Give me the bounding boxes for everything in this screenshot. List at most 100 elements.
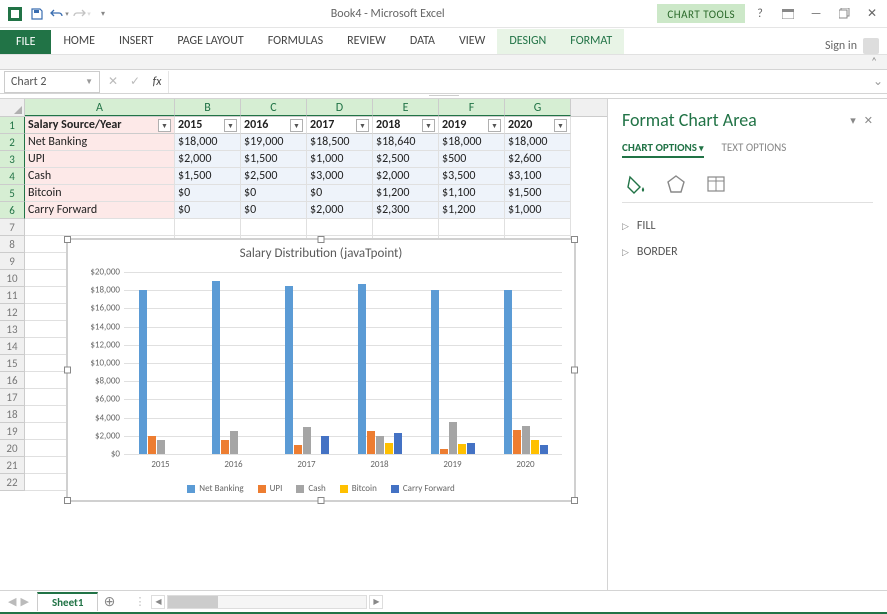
row-header[interactable]: 4 bbox=[0, 168, 25, 185]
minimize-icon[interactable]: — bbox=[803, 3, 829, 25]
chart-handle[interactable] bbox=[318, 236, 325, 243]
chart-bar[interactable] bbox=[294, 445, 302, 454]
chart-plot-area[interactable]: $0$2,000$4,000$6,000$8,000$10,000$12,000… bbox=[124, 272, 562, 454]
table-cell[interactable]: $18,000 bbox=[175, 134, 241, 151]
expand-formula-icon[interactable]: ⌄ bbox=[869, 74, 887, 89]
row-header[interactable]: 1 bbox=[0, 117, 25, 134]
col-header[interactable]: E bbox=[373, 99, 439, 116]
chart-handle[interactable] bbox=[571, 497, 578, 504]
row-header[interactable]: 9 bbox=[0, 253, 25, 270]
name-box-dropdown-icon[interactable]: ▼ bbox=[85, 77, 93, 87]
chart-bar[interactable] bbox=[467, 443, 475, 454]
empty-cell[interactable] bbox=[505, 219, 571, 236]
row-header[interactable]: 8 bbox=[0, 236, 25, 253]
table-cell[interactable]: Bitcoin bbox=[25, 185, 175, 202]
table-cell[interactable]: $1,000 bbox=[307, 151, 373, 168]
tab-formulas[interactable]: FORMULAS bbox=[256, 29, 335, 54]
row-header[interactable]: 7 bbox=[0, 219, 25, 236]
formula-input[interactable] bbox=[168, 71, 869, 93]
excel-icon[interactable] bbox=[4, 3, 26, 25]
chart-bar[interactable] bbox=[230, 431, 238, 454]
effects-icon[interactable] bbox=[662, 172, 690, 196]
empty-cell[interactable] bbox=[25, 219, 175, 236]
ribbon-display-icon[interactable] bbox=[775, 3, 801, 25]
sheet-nav-next-icon[interactable]: ▶ bbox=[20, 595, 28, 608]
chart-bar[interactable] bbox=[522, 426, 530, 454]
table-cell[interactable]: $18,000 bbox=[505, 134, 571, 151]
enter-formula-icon[interactable]: ✓ bbox=[124, 74, 146, 89]
table-cell[interactable]: $18,500 bbox=[307, 134, 373, 151]
table-cell[interactable]: $2,000 bbox=[307, 202, 373, 219]
sheet-nav-prev-icon[interactable]: ◀ bbox=[8, 595, 16, 608]
table-cell[interactable]: $0 bbox=[307, 185, 373, 202]
chart-bar[interactable] bbox=[212, 281, 220, 454]
table-cell[interactable]: $2,000 bbox=[373, 168, 439, 185]
restore-icon[interactable] bbox=[831, 3, 857, 25]
redo-icon[interactable]: ▾ bbox=[70, 3, 92, 25]
row-header[interactable]: 13 bbox=[0, 321, 25, 338]
embedded-chart[interactable]: Salary Distribution (javaTpoint) $0$2,00… bbox=[67, 239, 575, 501]
table-cell[interactable]: $0 bbox=[241, 202, 307, 219]
table-header-cell[interactable]: 2016▼ bbox=[241, 117, 307, 134]
filter-icon[interactable]: ▼ bbox=[356, 119, 369, 132]
chart-bar[interactable] bbox=[504, 290, 512, 454]
sign-in-link[interactable]: Sign in bbox=[817, 38, 887, 54]
col-header[interactable]: A bbox=[25, 99, 175, 116]
legend-item[interactable]: UPI bbox=[258, 483, 283, 494]
tab-format[interactable]: FORMAT bbox=[558, 29, 624, 54]
table-cell[interactable]: $18,640 bbox=[373, 134, 439, 151]
table-cell[interactable]: Cash bbox=[25, 168, 175, 185]
row-header[interactable]: 6 bbox=[0, 202, 25, 219]
table-cell[interactable]: $3,100 bbox=[505, 168, 571, 185]
chart-bar[interactable] bbox=[367, 431, 375, 454]
table-cell[interactable]: Carry Forward bbox=[25, 202, 175, 219]
horizontal-scrollbar[interactable] bbox=[167, 595, 367, 609]
chart-bar[interactable] bbox=[513, 430, 521, 454]
table-cell[interactable]: $1,200 bbox=[439, 202, 505, 219]
qat-customize-icon[interactable]: ▾ bbox=[92, 3, 114, 25]
chart-bar[interactable] bbox=[358, 284, 366, 454]
row-header[interactable]: 16 bbox=[0, 372, 25, 389]
chart-bar[interactable] bbox=[394, 433, 402, 454]
hscroll-left-icon[interactable]: ◀ bbox=[151, 595, 165, 609]
legend-item[interactable]: Bitcoin bbox=[340, 483, 377, 494]
filter-icon[interactable]: ▼ bbox=[290, 119, 303, 132]
row-header[interactable]: 3 bbox=[0, 151, 25, 168]
chart-handle[interactable] bbox=[571, 367, 578, 374]
table-cell[interactable]: Net Banking bbox=[25, 134, 175, 151]
format-pane-dropdown-icon[interactable]: ▾ bbox=[850, 114, 856, 127]
legend-item[interactable]: Net Banking bbox=[187, 483, 243, 494]
row-header[interactable]: 11 bbox=[0, 287, 25, 304]
table-header-cell[interactable]: 2015▼ bbox=[175, 117, 241, 134]
border-section[interactable]: ▷BORDER bbox=[622, 239, 873, 265]
tab-page-layout[interactable]: PAGE LAYOUT bbox=[165, 29, 255, 54]
chart-bar[interactable] bbox=[458, 444, 466, 454]
filter-icon[interactable]: ▼ bbox=[158, 119, 171, 132]
table-header-cell[interactable]: 2018▼ bbox=[373, 117, 439, 134]
row-header[interactable]: 10 bbox=[0, 270, 25, 287]
row-header[interactable]: 20 bbox=[0, 440, 25, 457]
chart-bar[interactable] bbox=[303, 427, 311, 454]
row-header[interactable]: 22 bbox=[0, 474, 25, 491]
table-cell[interactable]: $1,500 bbox=[505, 185, 571, 202]
table-header-cell[interactable]: 2019▼ bbox=[439, 117, 505, 134]
format-pane-close-icon[interactable]: ✕ bbox=[864, 114, 873, 127]
table-cell[interactable]: $2,600 bbox=[505, 151, 571, 168]
tab-design[interactable]: DESIGN bbox=[497, 29, 558, 54]
chart-bar[interactable] bbox=[376, 436, 384, 454]
select-all[interactable] bbox=[0, 99, 25, 116]
col-header[interactable]: F bbox=[439, 99, 505, 116]
tab-file[interactable]: FILE bbox=[0, 30, 51, 54]
chart-bar[interactable] bbox=[148, 436, 156, 454]
table-header-cell[interactable]: 2017▼ bbox=[307, 117, 373, 134]
table-cell[interactable]: $500 bbox=[439, 151, 505, 168]
chart-bar[interactable] bbox=[531, 440, 539, 454]
chart-bar[interactable] bbox=[157, 440, 165, 454]
chart-handle[interactable] bbox=[64, 236, 71, 243]
row-header[interactable]: 2 bbox=[0, 134, 25, 151]
chart-title[interactable]: Salary Distribution (javaTpoint) bbox=[68, 240, 574, 263]
tab-insert[interactable]: INSERT bbox=[107, 29, 165, 54]
chart-bar[interactable] bbox=[431, 290, 439, 454]
fx-icon[interactable]: fx bbox=[146, 75, 168, 89]
row-header[interactable]: 14 bbox=[0, 338, 25, 355]
